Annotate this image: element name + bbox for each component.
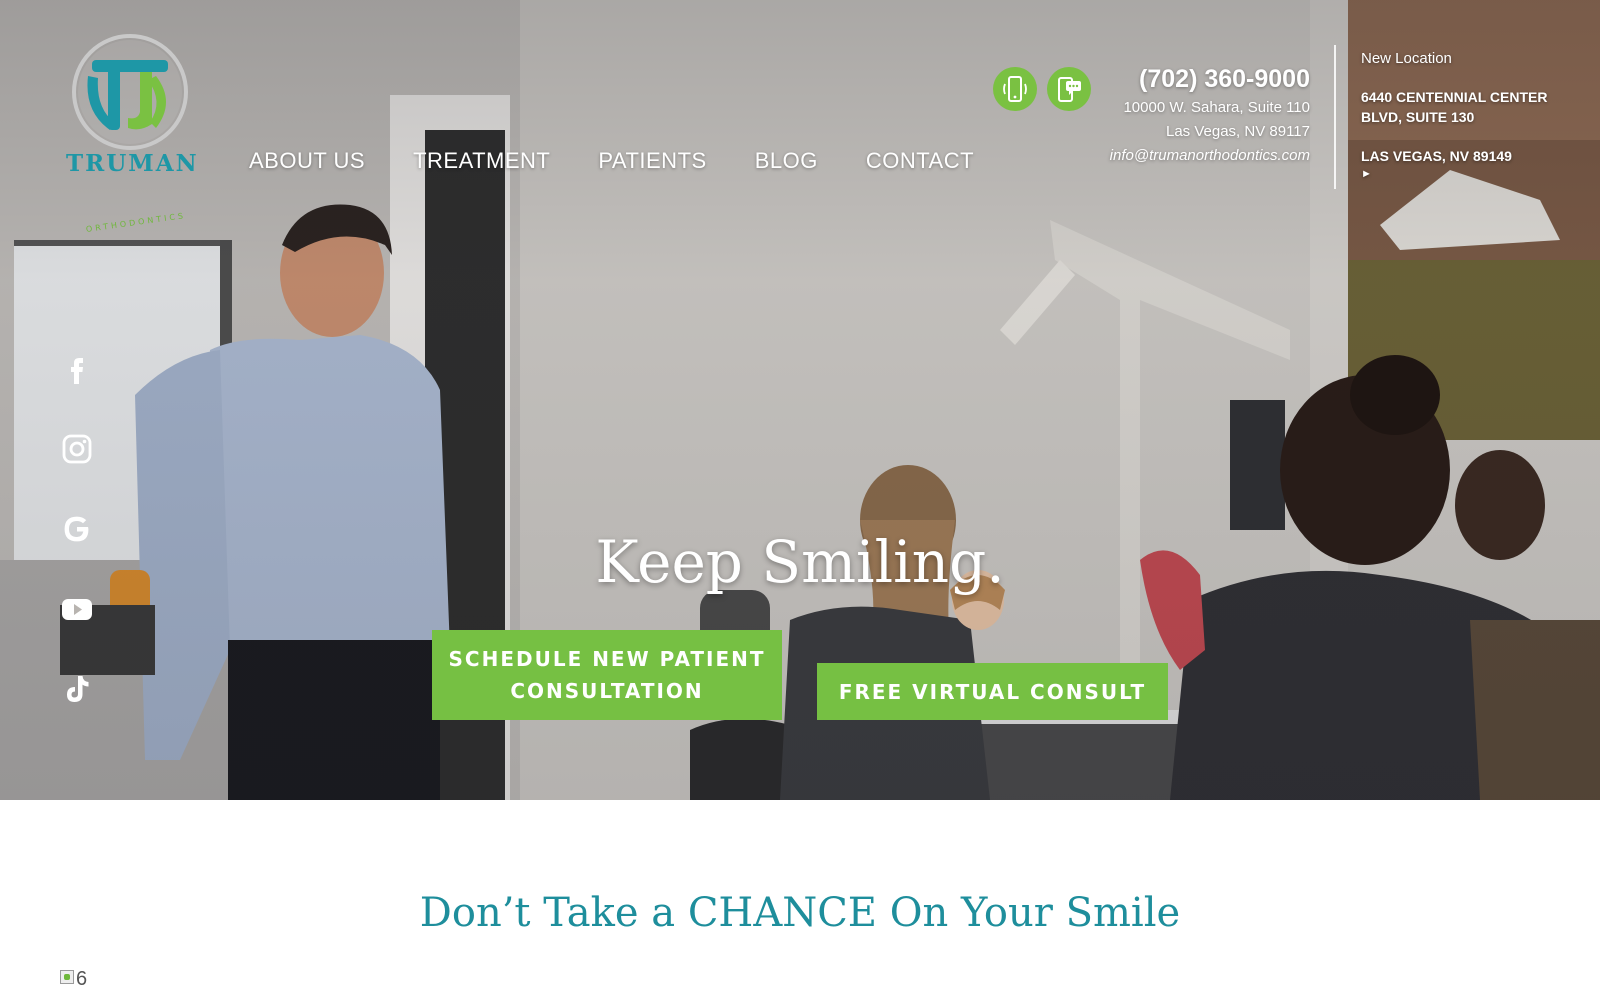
address-line-2: Las Vegas, NV 89117 (1166, 123, 1310, 140)
youtube-icon[interactable] (60, 592, 94, 626)
tiktok-icon[interactable] (60, 672, 94, 706)
header-divider (1334, 45, 1336, 189)
free-virtual-consult-button[interactable]: FREE VIRTUAL CONSULT (817, 663, 1168, 720)
new-location-block: New Location 6440 CENTENNIAL CENTER BLVD… (1361, 48, 1561, 182)
broken-image-alt-text: 6 (76, 968, 88, 990)
caret-right-icon[interactable]: ► (1361, 166, 1561, 182)
broken-image: 6 (60, 968, 87, 992)
new-location-city: LAS VEGAS, NV 89149 (1361, 148, 1512, 164)
hero-overlay (0, 0, 1600, 800)
text-message-icon (1058, 77, 1081, 102)
address-line-1: 10000 W. Sahara, Suite 110 (1123, 99, 1310, 116)
schedule-consultation-button[interactable]: SCHEDULE NEW PATIENT CONSULTATION (432, 630, 782, 720)
truman-logo[interactable]: TRUMAN ORTHODONTICS (66, 32, 206, 234)
nav-treatment[interactable]: TREATMENT (413, 148, 550, 174)
nav-patients[interactable]: PATIENTS (598, 148, 706, 174)
main-nav: ABOUT US TREATMENT PATIENTS BLOG CONTACT (249, 148, 974, 174)
logo-mark-icon (72, 34, 188, 150)
hero-banner: TRUMAN ORTHODONTICS ABOUT US TREATMENT P… (0, 0, 1600, 800)
mobile-phone-icon (1003, 76, 1027, 102)
nav-blog[interactable]: BLOG (755, 148, 818, 174)
nav-contact[interactable]: CONTACT (866, 148, 974, 174)
email-link[interactable]: info@trumanorthodontics.com (1110, 144, 1310, 168)
facebook-icon[interactable] (60, 352, 94, 386)
instagram-icon[interactable] (60, 432, 94, 466)
new-location-street: 6440 CENTENNIAL CENTER BLVD, SUITE 130 (1361, 89, 1548, 125)
logo-wordmark: TRUMAN (66, 150, 199, 177)
section-title: Don’t Take a CHANCE On Your Smile (419, 890, 1181, 936)
new-location-label: New Location (1361, 50, 1452, 67)
call-button[interactable] (993, 67, 1037, 111)
phone-number[interactable]: (702) 360-9000 (1110, 62, 1310, 96)
text-us-button[interactable] (1047, 67, 1091, 111)
contact-block: (702) 360-9000 10000 W. Sahara, Suite 11… (1110, 62, 1310, 168)
broken-image-icon (60, 970, 74, 984)
nav-about-us[interactable]: ABOUT US (249, 148, 365, 174)
hero-headline: Keep Smiling. (595, 528, 1005, 596)
